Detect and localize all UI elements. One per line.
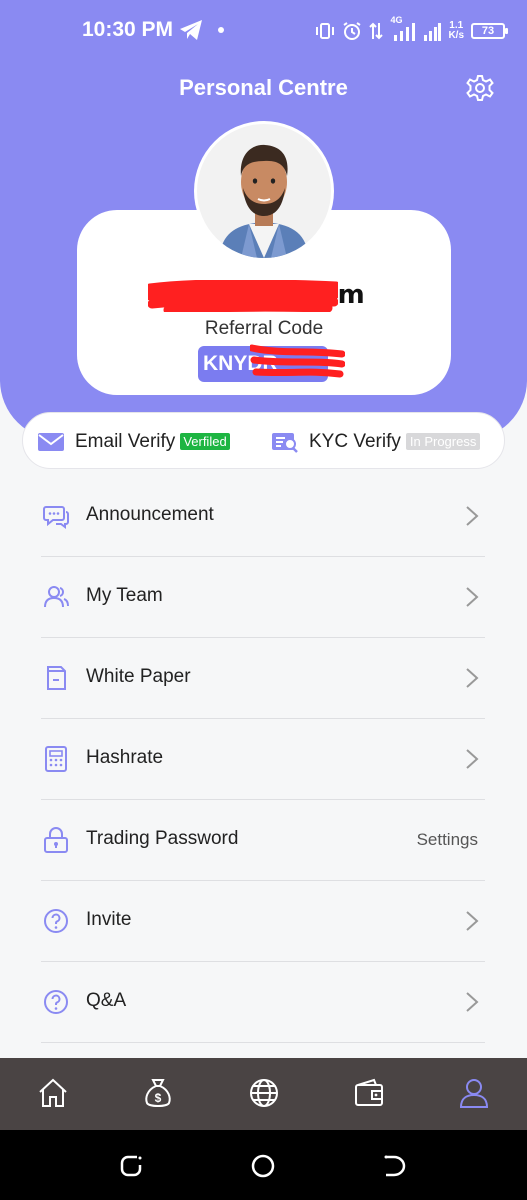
menu-list: Announcement My Team White Paper Hashrat…: [41, 476, 485, 1043]
question-circle-icon: [44, 909, 68, 933]
status-indicators: 4G 1.1 K/s 73: [315, 15, 508, 46]
menu-item-hashrate[interactable]: Hashrate: [41, 719, 485, 800]
redaction-mark: [148, 280, 338, 312]
status-bar: 10:30 PM 4G 1.1 K/s 73: [0, 0, 527, 60]
profile-icon[interactable]: [457, 1076, 491, 1110]
menu-item-my-team[interactable]: My Team: [41, 557, 485, 638]
team-icon: [44, 586, 69, 608]
menu-item-label: Hashrate: [86, 747, 164, 768]
gear-icon[interactable]: [466, 74, 494, 102]
email-verify-label: Email Verify: [75, 430, 176, 452]
trading-password-settings-link[interactable]: Settings: [417, 830, 478, 850]
chevron-right-icon: [466, 506, 479, 526]
page-title: Personal Centre: [179, 75, 348, 100]
avatar-illustration: [219, 144, 309, 258]
alarm-icon: [343, 22, 361, 40]
chevron-right-icon: [466, 911, 479, 931]
back-icon[interactable]: [382, 1153, 408, 1179]
menu-item-label: Invite: [86, 909, 132, 930]
signal-4g-icon: 4G: [390, 15, 416, 43]
vibrate-icon: [316, 23, 335, 39]
email-verify-item[interactable]: Email Verify Verfiled: [37, 413, 230, 470]
battery-indicator: 73: [471, 23, 508, 39]
wallet-icon[interactable]: [352, 1076, 386, 1110]
kyc-verify-label: KYC Verify: [309, 430, 401, 452]
telegram-icon: [180, 20, 202, 40]
lock-icon: [44, 827, 68, 853]
chevron-right-icon: [466, 587, 479, 607]
status-time: 10:30 PM: [82, 18, 174, 41]
globe-icon[interactable]: [247, 1076, 281, 1110]
menu-item-label: My Team: [86, 585, 163, 606]
menu-item-trading-password[interactable]: Trading Password Settings: [41, 800, 485, 881]
redaction-mark: [250, 344, 345, 378]
chevron-right-icon: [466, 992, 479, 1012]
chevron-right-icon: [466, 749, 479, 769]
home-button-icon[interactable]: [250, 1153, 276, 1179]
menu-item-label: Trading Password: [86, 828, 239, 849]
net-speed-unit: K/s: [448, 30, 464, 41]
money-bag-icon[interactable]: $: [141, 1076, 175, 1110]
svg-text:$: $: [155, 1091, 162, 1105]
avatar: [194, 121, 334, 261]
data-transfer-icon: [369, 22, 384, 40]
document-icon: [47, 666, 66, 690]
chevron-right-icon: [466, 668, 479, 688]
chat-bubbles-icon: [43, 506, 69, 529]
menu-item-label: Q&A: [86, 990, 127, 1011]
menu-item-invite[interactable]: Invite: [41, 881, 485, 962]
calculator-icon: [45, 746, 67, 772]
menu-item-label: Announcement: [86, 504, 214, 525]
referral-code-label: Referral Code: [204, 318, 324, 339]
home-icon[interactable]: [36, 1076, 70, 1110]
net-speed: 1.1 K/s: [448, 21, 464, 41]
menu-item-announcement[interactable]: Announcement: [41, 476, 485, 557]
system-navigation-bar: [0, 1130, 527, 1200]
mail-icon: [38, 432, 64, 451]
id-card-icon: [272, 432, 298, 453]
menu-item-white-paper[interactable]: White Paper: [41, 638, 485, 719]
notification-dot-icon: [218, 27, 224, 33]
signal-icon: [424, 23, 442, 41]
bottom-navigation: $: [0, 1058, 527, 1130]
email-verify-status-badge: Verfiled: [180, 433, 230, 450]
verification-bar: Email Verify Verfiled KYC Verify In Prog…: [22, 412, 505, 469]
recent-apps-icon[interactable]: [118, 1153, 144, 1179]
kyc-verify-status-badge: In Progress: [405, 433, 481, 450]
kyc-verify-item[interactable]: KYC Verify In Progress: [271, 413, 481, 470]
question-circle-icon: [44, 990, 68, 1014]
menu-item-label: White Paper: [86, 666, 191, 687]
menu-item-qa[interactable]: Q&A: [41, 962, 485, 1043]
